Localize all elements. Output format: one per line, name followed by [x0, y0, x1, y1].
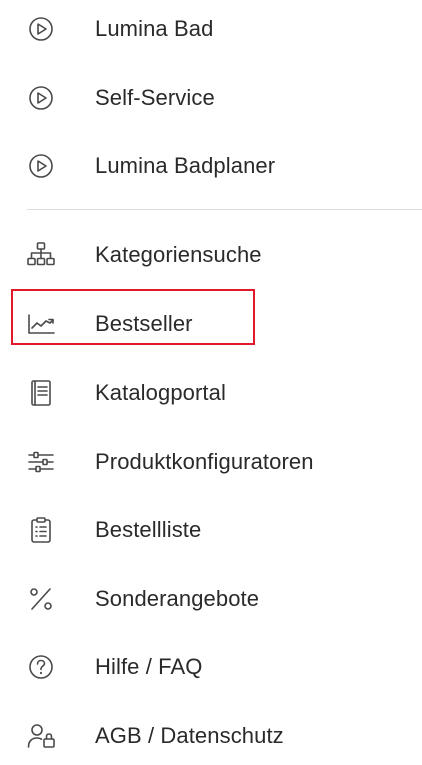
menu-item-label: Self-Service	[95, 85, 215, 110]
menu-item-label: Hilfe / FAQ	[95, 654, 203, 679]
menu-item-bestseller[interactable]: Bestseller	[0, 295, 422, 353]
menu-item-label: Produktkonfiguratoren	[95, 449, 314, 474]
menu-item-label: Bestseller	[95, 311, 193, 336]
trending-chart-icon	[24, 307, 58, 341]
clipboard-list-icon	[24, 513, 58, 547]
menu-item-hilfe-faq[interactable]: Hilfe / FAQ	[0, 638, 422, 696]
menu-item-katalogportal[interactable]: Katalogportal	[0, 364, 422, 422]
side-menu: Lumina Bad Self-Service Lumina Badplaner	[0, 0, 422, 764]
user-lock-icon	[24, 719, 58, 753]
play-circle-icon	[24, 12, 58, 46]
menu-item-sonderangebote[interactable]: Sonderangebote	[0, 570, 422, 628]
play-circle-icon	[24, 149, 58, 183]
sitemap-icon	[24, 238, 58, 272]
menu-item-kategoriensuche[interactable]: Kategoriensuche	[0, 226, 422, 284]
menu-item-label: Katalogportal	[95, 380, 226, 405]
menu-item-label: Kategoriensuche	[95, 242, 262, 267]
menu-divider	[27, 209, 422, 210]
menu-item-label: Lumina Bad	[95, 16, 214, 41]
menu-item-label: Bestellliste	[95, 517, 202, 542]
menu-item-label: Lumina Badplaner	[95, 153, 276, 178]
menu-item-bestellliste[interactable]: Bestellliste	[0, 501, 422, 559]
menu-item-agb-datenschutz[interactable]: AGB / Datenschutz	[0, 707, 422, 765]
menu-item-label: Sonderangebote	[95, 586, 260, 611]
sliders-icon	[24, 445, 58, 479]
catalog-book-icon	[24, 376, 58, 410]
help-circle-icon	[24, 650, 58, 684]
play-circle-icon	[24, 81, 58, 115]
menu-item-lumina-bad[interactable]: Lumina Bad	[0, 0, 422, 58]
menu-item-lumina-badplaner[interactable]: Lumina Badplaner	[0, 137, 422, 195]
menu-item-produktkonfiguratoren[interactable]: Produktkonfiguratoren	[0, 433, 422, 491]
menu-item-self-service[interactable]: Self-Service	[0, 69, 422, 127]
percent-icon	[24, 582, 58, 616]
menu-item-label: AGB / Datenschutz	[95, 723, 284, 748]
